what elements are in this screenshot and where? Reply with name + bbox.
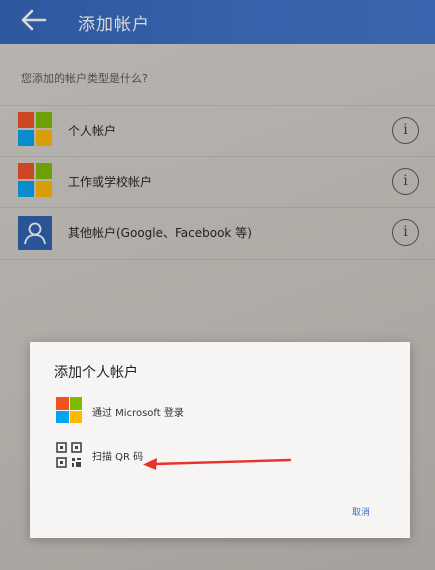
red-arrow-annotation-icon <box>143 458 292 470</box>
option-label: 通过 Microsoft 登录 <box>92 408 184 419</box>
cancel-button[interactable]: 取消 <box>352 505 370 518</box>
qr-code-icon <box>56 442 82 468</box>
microsoft-logo-icon <box>56 397 82 423</box>
option-label: 扫描 QR 码 <box>92 452 144 463</box>
sign-in-with-microsoft-option[interactable]: 通过 Microsoft 登录 <box>54 394 384 430</box>
add-personal-account-dialog: 添加个人帐户 通过 Microsoft 登录 扫描 QR 码 取消 <box>30 342 410 538</box>
dialog-title: 添加个人帐户 <box>54 365 138 381</box>
